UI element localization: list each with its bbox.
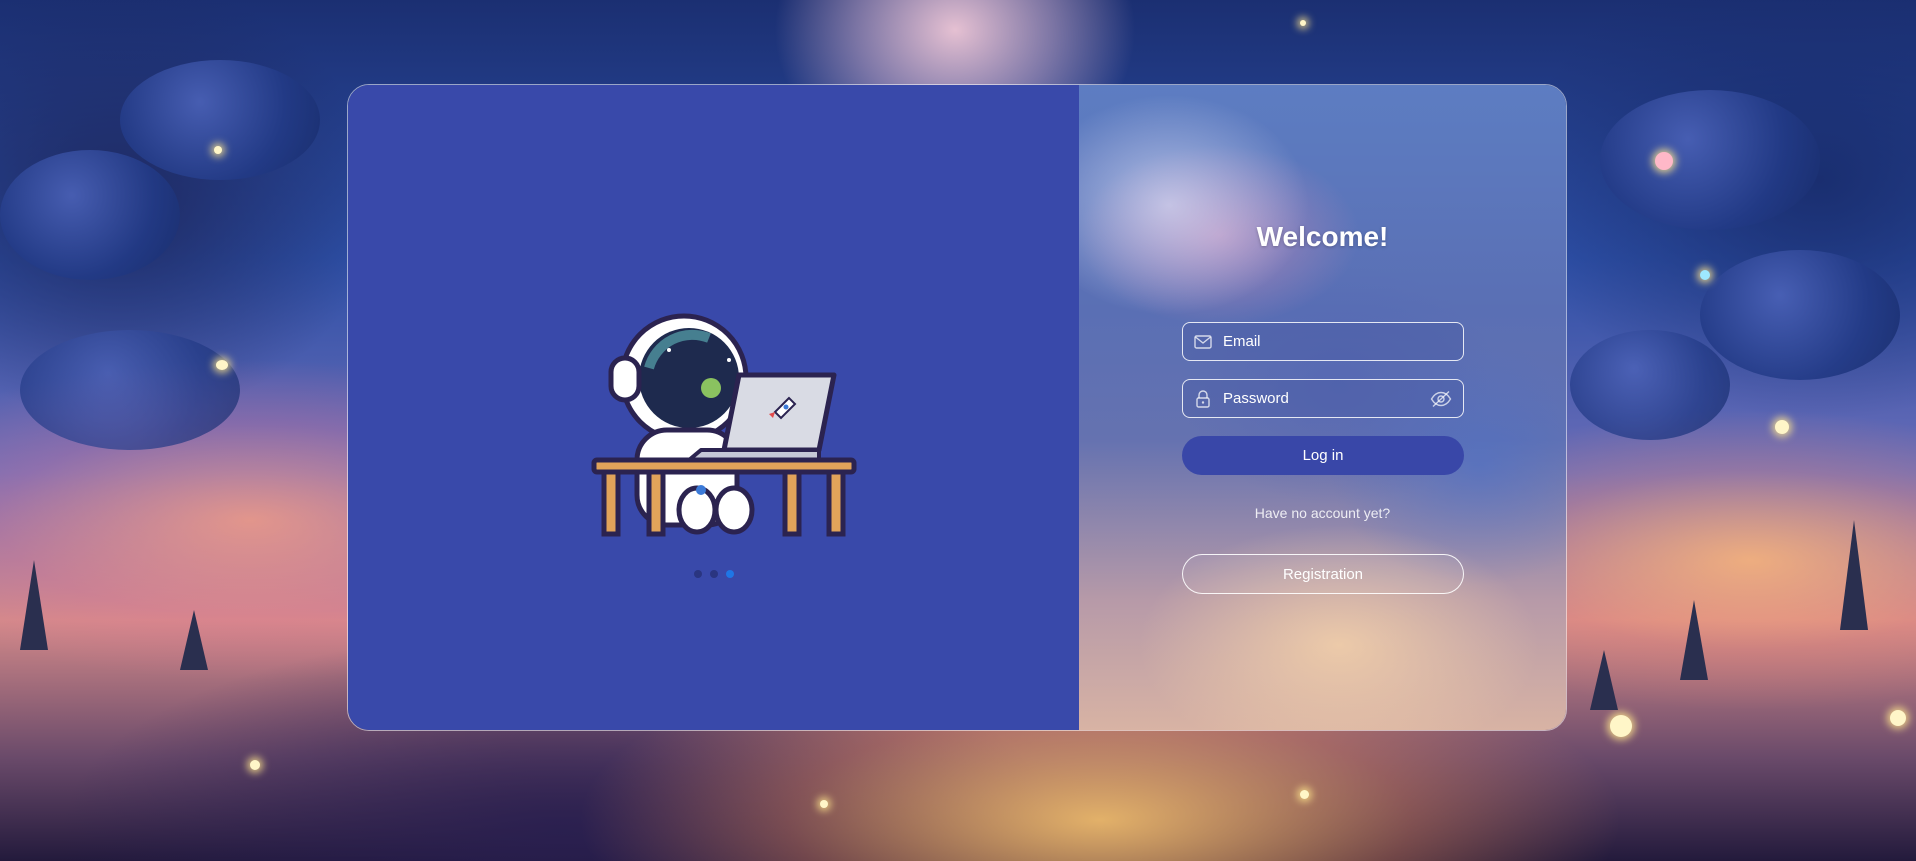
password-input[interactable]: [1213, 380, 1429, 417]
carousel-dot[interactable]: [710, 570, 718, 578]
sparkle-decoration: [1890, 710, 1906, 726]
carousel-dot[interactable]: [726, 570, 734, 578]
sparkle-decoration: [214, 146, 222, 154]
sparkle-decoration: [250, 760, 260, 770]
sparkle-decoration: [1700, 270, 1710, 280]
cloud-decoration: [0, 150, 180, 280]
password-field[interactable]: [1182, 379, 1464, 418]
cloud-decoration: [1570, 330, 1730, 440]
email-field[interactable]: [1182, 322, 1464, 361]
lock-icon: [1193, 389, 1213, 409]
sparkle-decoration: [1775, 420, 1789, 434]
sparkle-decoration: [216, 360, 228, 370]
tree-decoration: [1680, 600, 1708, 680]
carousel-dot[interactable]: [694, 570, 702, 578]
email-input[interactable]: [1213, 323, 1463, 360]
envelope-icon: [1193, 332, 1213, 352]
tree-decoration: [180, 610, 208, 670]
sparkle-decoration: [1300, 20, 1306, 26]
cloud-decoration: [1700, 250, 1900, 380]
sparkle-decoration: [1300, 790, 1309, 799]
login-form-panel: Welcome! Email Log in Have no account ye…: [1079, 85, 1566, 730]
tree-decoration: [20, 560, 48, 650]
sparkle-decoration: [820, 800, 828, 808]
cloud-decoration: [20, 330, 240, 450]
no-account-text: Have no account yet?: [1254, 505, 1391, 521]
sparkle-decoration: [1655, 152, 1673, 170]
eye-off-icon[interactable]: [1429, 387, 1453, 411]
illustration-panel: [348, 85, 1079, 730]
sparkle-decoration: [1610, 715, 1632, 737]
login-button[interactable]: Log in: [1182, 436, 1464, 475]
astronaut-laptop-illustration: [591, 313, 857, 537]
login-card: Welcome! Email Log in Have no account ye…: [347, 84, 1567, 731]
cloud-decoration: [120, 60, 320, 180]
registration-button[interactable]: Registration: [1182, 554, 1464, 594]
carousel-indicator: [694, 570, 734, 578]
welcome-heading: Welcome!: [1256, 221, 1389, 252]
tree-decoration: [1840, 520, 1868, 630]
tree-decoration: [1590, 650, 1618, 710]
cloud-decoration: [1600, 90, 1820, 230]
